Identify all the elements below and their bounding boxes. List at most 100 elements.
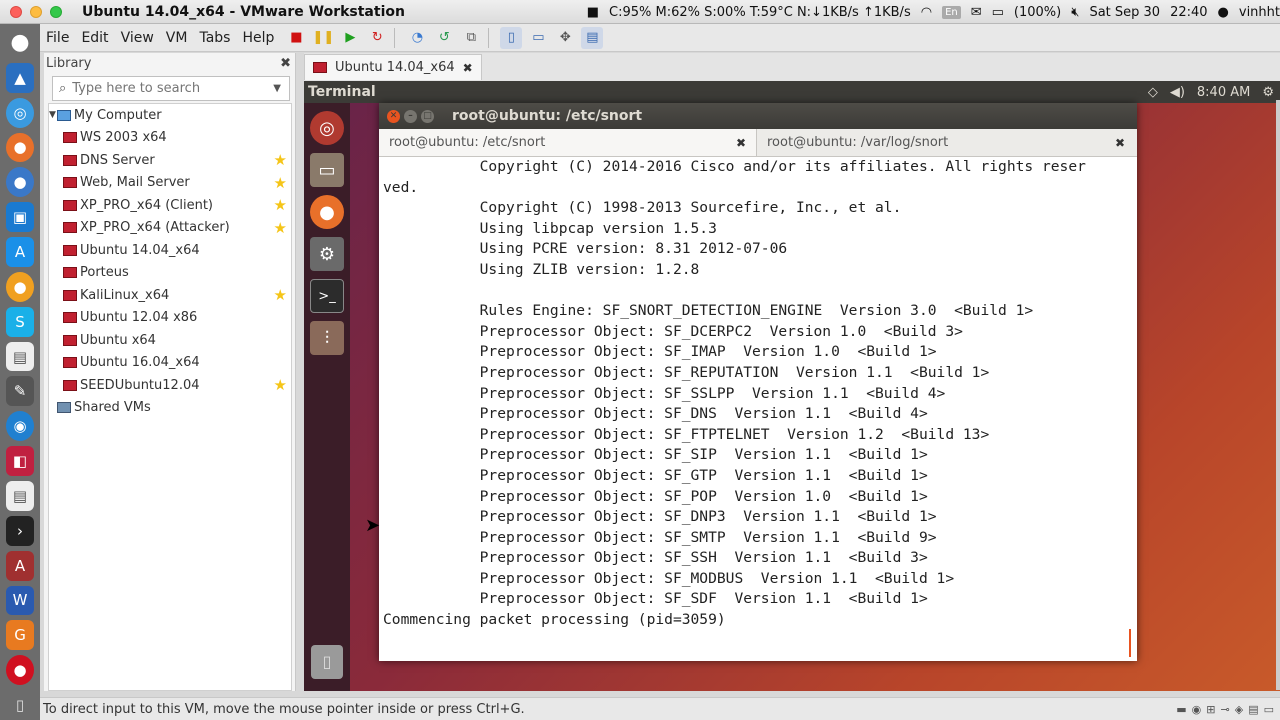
show-library-icon[interactable]: ▯: [500, 26, 523, 49]
library-search[interactable]: ⌕ ▼: [52, 76, 290, 101]
system-settings-icon[interactable]: ⚙: [310, 237, 344, 271]
tree-vm-item[interactable]: Ubuntu 14.04_x64: [49, 239, 291, 262]
menu-vm[interactable]: VM: [166, 30, 188, 46]
tree-vm-item[interactable]: Web, Mail Server ★: [49, 172, 291, 195]
wifi-icon[interactable]: ◠: [921, 5, 932, 20]
close-tab-icon[interactable]: ✖: [736, 136, 746, 150]
firefox-icon[interactable]: ●: [310, 195, 344, 229]
close-tab-icon[interactable]: ✖: [1115, 136, 1125, 150]
document-icon[interactable]: ▤: [6, 341, 34, 372]
close-tab-icon[interactable]: ✖: [463, 61, 473, 75]
favorite-star-icon[interactable]: ★: [274, 196, 287, 214]
camera-icon[interactable]: ■: [587, 5, 599, 20]
dock-app-icon[interactable]: ✎: [6, 376, 34, 407]
appstore-icon[interactable]: A: [6, 237, 34, 267]
minimize-icon[interactable]: –: [404, 109, 417, 123]
guest-display[interactable]: Terminal ◇ ◀) 8:40 AM ⚙ ◎ ▭ ● ⚙ >_ ⫶ ▯ ✕…: [304, 81, 1280, 691]
settings-gear-icon[interactable]: ⚙: [1262, 85, 1274, 100]
favorite-star-icon[interactable]: ★: [274, 286, 287, 304]
vm-tab[interactable]: Ubuntu 14.04_x64 ✖: [304, 54, 482, 80]
input-language[interactable]: En: [942, 5, 961, 19]
power-on-icon[interactable]: ▶: [339, 27, 361, 49]
dock-app-icon[interactable]: ◉: [6, 411, 34, 442]
thunderbird-icon[interactable]: ●: [6, 167, 34, 198]
chevron-down-icon[interactable]: ▼: [273, 83, 281, 94]
reset-icon[interactable]: ↻: [366, 27, 388, 49]
minimize-window-button[interactable]: [30, 5, 42, 18]
hdd-icon[interactable]: ▬: [1176, 703, 1186, 716]
trash-icon[interactable]: ▯: [311, 645, 343, 679]
menu-view[interactable]: View: [121, 30, 154, 46]
revert-snapshot-icon[interactable]: ↺: [433, 27, 455, 49]
battery-percent[interactable]: (100%): [1014, 5, 1061, 20]
sound-icon[interactable]: ◀): [1170, 85, 1185, 100]
tree-vm-item[interactable]: SEEDUbuntu12.04 ★: [49, 374, 291, 397]
favorite-star-icon[interactable]: ★: [274, 219, 287, 237]
tree-shared-vms[interactable]: Shared VMs: [49, 397, 291, 420]
tree-root[interactable]: ▼ My Computer: [49, 104, 291, 127]
tweak-tool-icon[interactable]: ⫶: [310, 321, 344, 355]
tree-vm-item[interactable]: XP_PRO_x64 (Attacker) ★: [49, 217, 291, 240]
tree-vm-item[interactable]: DNS Server ★: [49, 149, 291, 172]
apple-icon[interactable]: ●: [1218, 5, 1229, 20]
suspend-icon[interactable]: ❚❚: [312, 27, 334, 49]
maximize-icon[interactable]: □: [421, 109, 434, 123]
tree-vm-item[interactable]: KaliLinux_x64 ★: [49, 284, 291, 307]
snapshot-manager-icon[interactable]: ⧉: [460, 27, 482, 49]
menu-tabs[interactable]: Tabs: [199, 30, 230, 46]
favorite-star-icon[interactable]: ★: [274, 151, 287, 169]
dictionary-icon[interactable]: A: [6, 550, 34, 581]
tree-vm-item[interactable]: Ubuntu 12.04 x86: [49, 307, 291, 330]
menu-help[interactable]: Help: [242, 30, 274, 46]
menubar-user[interactable]: vinhht: [1239, 5, 1280, 20]
ubuntu-clock[interactable]: 8:40 AM: [1197, 85, 1250, 100]
tree-vm-item[interactable]: Ubuntu x64: [49, 329, 291, 352]
terminal-tab-etc-snort[interactable]: root@ubuntu: /etc/snort ✖: [379, 129, 757, 156]
terminal-tab-var-log-snort[interactable]: root@ubuntu: /var/log/snort ✖: [757, 129, 1135, 156]
dock-app-icon[interactable]: ◧: [6, 446, 34, 476]
volume-mute-icon[interactable]: 🔇︎: [1071, 5, 1079, 20]
dock-app-icon[interactable]: ▲: [6, 62, 34, 93]
safari-icon[interactable]: ◎: [6, 97, 34, 128]
system-stats[interactable]: C:95% M:62% S:00% T:59°C N:↓1KB/s ↑1KB/s: [609, 5, 911, 20]
tree-vm-item[interactable]: XP_PRO_x64 (Client) ★: [49, 194, 291, 217]
terminal-output[interactable]: Copyright (C) 2014-2016 Cisco and/or its…: [383, 157, 1133, 657]
close-icon[interactable]: ✕: [387, 109, 400, 123]
tree-vm-item[interactable]: Porteus: [49, 262, 291, 285]
word-icon[interactable]: W: [6, 585, 34, 616]
printer-icon[interactable]: ▤: [1248, 703, 1258, 716]
menu-edit[interactable]: Edit: [81, 30, 108, 46]
ubuntu-dash-icon[interactable]: ◎: [310, 111, 344, 145]
close-icon[interactable]: ✖: [280, 56, 291, 71]
sound-card-icon[interactable]: ◈: [1235, 703, 1243, 716]
display-icon[interactable]: ▭: [1264, 703, 1274, 716]
finder-apple-icon[interactable]: ●: [6, 28, 34, 58]
unity-icon[interactable]: ▤: [581, 26, 604, 49]
skype-icon[interactable]: S: [6, 306, 34, 337]
favorite-star-icon[interactable]: ★: [274, 376, 287, 394]
close-window-button[interactable]: [10, 5, 22, 18]
thumbnail-bar-icon[interactable]: ▭: [527, 27, 549, 49]
zoom-window-button[interactable]: [50, 5, 62, 18]
trash-icon[interactable]: ▯: [6, 690, 34, 720]
battery-icon[interactable]: ▭: [992, 5, 1004, 20]
document-icon[interactable]: ▤: [6, 480, 34, 511]
dock-app-icon[interactable]: ▣: [6, 202, 34, 233]
collapse-arrow-icon[interactable]: ▼: [49, 110, 56, 120]
terminal-icon[interactable]: >_: [310, 279, 344, 313]
files-icon[interactable]: ▭: [310, 153, 344, 187]
menubar-time[interactable]: 22:40: [1170, 5, 1207, 20]
terminal-icon[interactable]: ›: [6, 515, 34, 546]
network-adapter-icon[interactable]: ⊞: [1206, 703, 1215, 716]
power-off-icon[interactable]: ■: [285, 27, 307, 49]
tree-vm-item[interactable]: Ubuntu 16.04_x64: [49, 352, 291, 375]
network-icon[interactable]: ◇: [1148, 85, 1158, 100]
search-input[interactable]: [72, 81, 253, 96]
cdrom-icon[interactable]: ◉: [1192, 703, 1202, 716]
record-icon[interactable]: ●: [6, 655, 34, 686]
mail-icon[interactable]: ✉: [971, 5, 982, 20]
dock-app-icon[interactable]: G: [6, 620, 34, 651]
dock-app-icon[interactable]: ●: [6, 271, 34, 302]
menubar-date[interactable]: Sat Sep 30: [1089, 5, 1160, 20]
snapshot-icon[interactable]: ◔: [406, 27, 428, 49]
